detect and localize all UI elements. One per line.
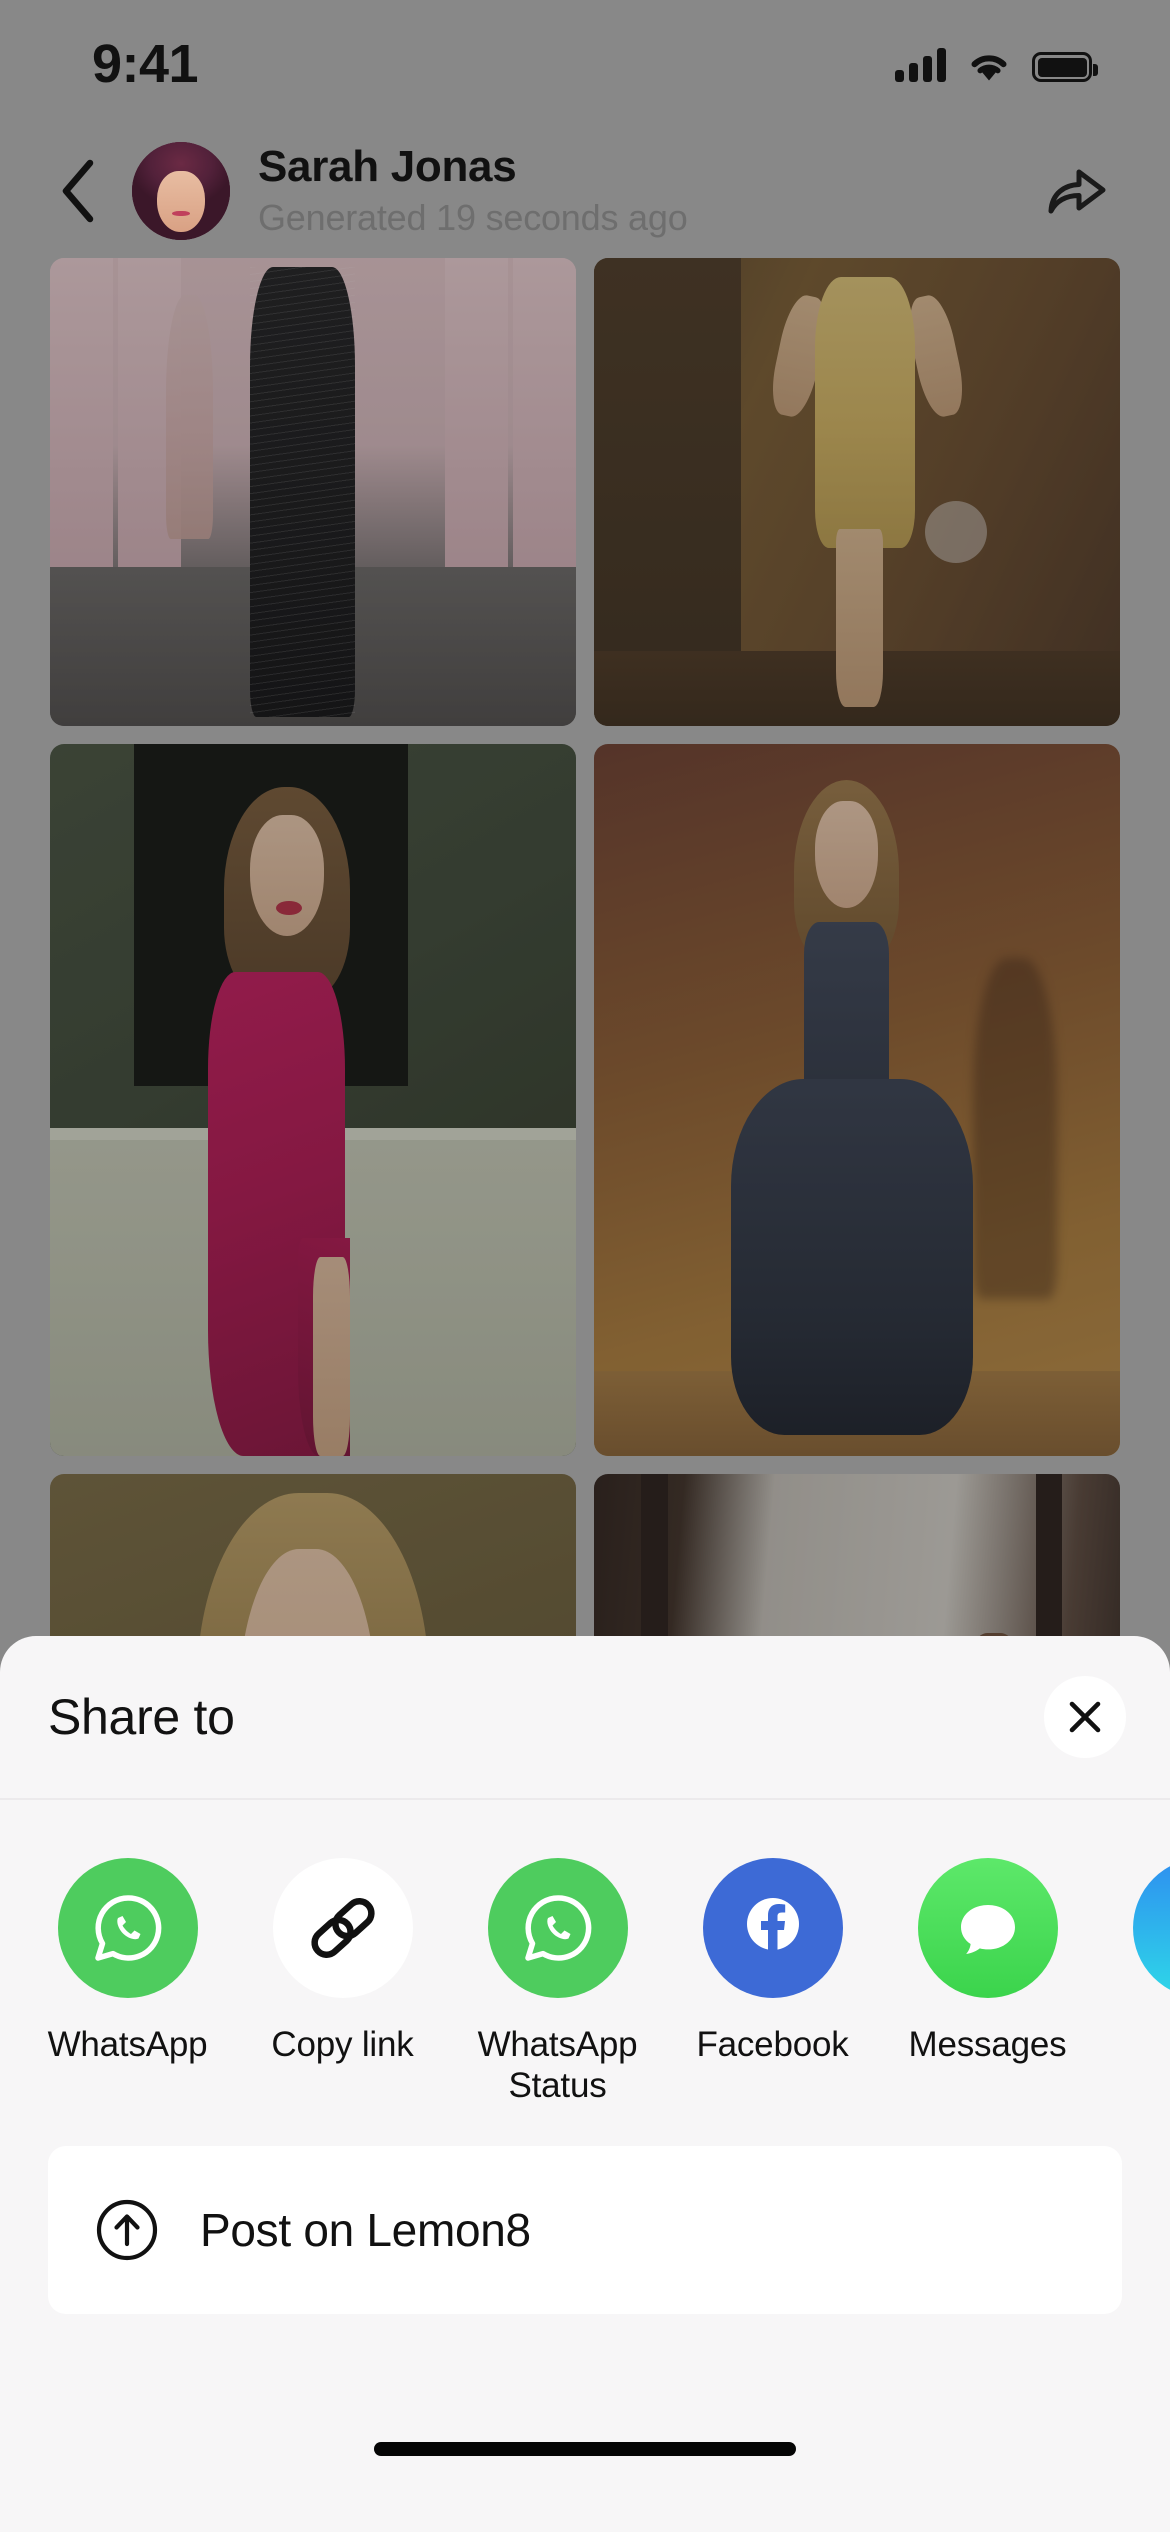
share-target-label: WhatsApp Status — [477, 2025, 638, 2106]
share-targets-row[interactable]: WhatsApp Copy link WhatsApp Status Faceb… — [0, 1800, 1170, 2118]
share-target-whatsapp[interactable]: WhatsApp — [20, 1858, 235, 2065]
copy-link-icon — [272, 1858, 413, 1998]
status-bar-indicators — [895, 48, 1098, 82]
facebook-icon — [702, 1858, 843, 1998]
share-sheet: Share to WhatsApp Copy link WhatsApp Sta… — [0, 1636, 1170, 2532]
avatar-face — [157, 171, 205, 233]
share-target-facebook[interactable]: Facebook — [665, 1858, 880, 2065]
share-target-copy-link[interactable]: Copy link — [235, 1858, 450, 2065]
wifi-icon — [971, 55, 1007, 81]
share-target-label: Messages — [908, 2025, 1067, 2064]
post-row-container: Post on Lemon8 — [0, 2118, 1170, 2414]
chevron-left-icon — [62, 159, 94, 223]
whatsapp-icon — [57, 1858, 198, 1998]
back-button[interactable] — [56, 151, 126, 231]
close-button[interactable] — [1044, 1676, 1126, 1758]
home-indicator-area — [0, 2414, 1170, 2532]
share-target-telegram[interactable] — [1095, 1858, 1170, 2024]
share-sheet-title: Share to — [48, 1689, 235, 1745]
close-x-icon — [1069, 1701, 1101, 1733]
share-forward-icon — [1048, 169, 1106, 214]
share-target-label: WhatsApp — [47, 2025, 208, 2064]
page-title: Sarah Jonas — [258, 142, 517, 192]
home-indicator[interactable] — [374, 2442, 796, 2456]
telegram-icon — [1132, 1858, 1170, 1998]
arrow-up-circle-icon — [96, 2199, 158, 2261]
share-button[interactable] — [1032, 146, 1122, 236]
battery-full-icon — [1032, 52, 1098, 82]
cellular-signal-icon — [895, 48, 946, 82]
share-target-messages[interactable]: Messages — [880, 1858, 1095, 2065]
avatar[interactable] — [132, 142, 230, 240]
status-bar: 9:41 — [0, 0, 1170, 118]
share-target-whatsapp-status[interactable]: WhatsApp Status — [450, 1858, 665, 2107]
header-text-block: Sarah Jonas Generated 19 seconds ago — [258, 142, 1032, 239]
navigation-header: Sarah Jonas Generated 19 seconds ago — [0, 136, 1170, 246]
status-bar-time: 9:41 — [92, 34, 199, 94]
whatsapp-status-icon — [487, 1858, 628, 1998]
post-on-lemon8-button[interactable]: Post on Lemon8 — [48, 2146, 1122, 2314]
share-sheet-header: Share to — [0, 1636, 1170, 1800]
messages-icon — [917, 1858, 1058, 1998]
share-target-label: Copy link — [271, 2025, 414, 2064]
post-on-lemon8-label: Post on Lemon8 — [200, 2204, 531, 2256]
share-target-label: Facebook — [696, 2025, 849, 2064]
generated-timestamp: Generated 19 seconds ago — [258, 197, 688, 239]
